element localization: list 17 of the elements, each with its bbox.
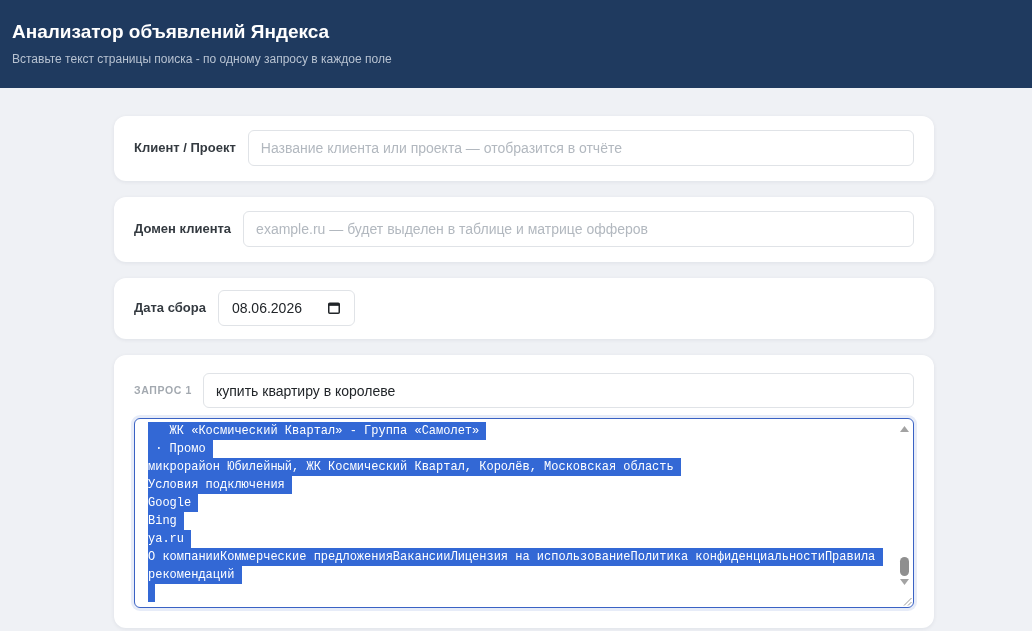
scroll-up-icon[interactable] xyxy=(900,426,909,432)
text-field[interactable]: Название клиента или проекта — отобразится в отчёте xyxy=(247,130,914,166)
date-field[interactable]: 08.06.2026 xyxy=(217,290,355,326)
field-label: Клиент / Проект xyxy=(134,139,236,158)
app-subtitle: Вставьте текст страницы поиска - по одному запросу в каждое поле xyxy=(12,51,393,67)
query-field[interactable]: купить квартиру в королеве xyxy=(203,373,914,408)
scrollbar-thumb[interactable] xyxy=(900,557,909,576)
selection-block-icon xyxy=(148,584,155,602)
scroll-down-icon[interactable] xyxy=(900,579,909,585)
text-field[interactable]: example.ru — будет выделен в таблице и матрице офферов xyxy=(243,211,914,247)
query-label: ЗАПРОС 1 xyxy=(134,382,192,398)
field-label: Дата сбора xyxy=(134,299,206,318)
app-title: Анализатор объявлений Яндекса xyxy=(12,20,331,44)
text-area[interactable] xyxy=(134,418,914,608)
field-label: Домен клиента xyxy=(134,220,232,239)
calendar-icon[interactable] xyxy=(327,302,340,314)
resize-grip-icon[interactable] xyxy=(901,595,912,606)
